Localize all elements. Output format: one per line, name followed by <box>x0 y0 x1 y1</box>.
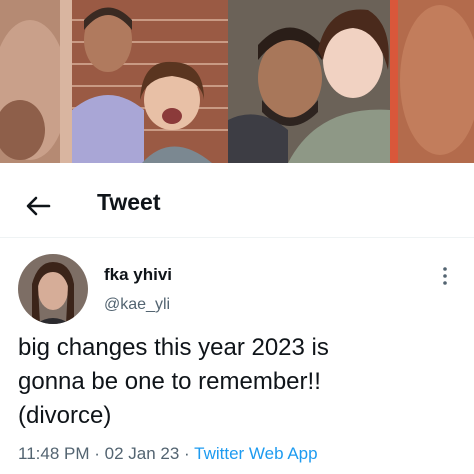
more-vertical-icon[interactable] <box>436 264 454 288</box>
avatar[interactable] <box>18 254 88 324</box>
meta-separator: · <box>179 444 195 463</box>
photo-4 <box>390 0 474 163</box>
tweet-source-link[interactable]: Twitter Web App <box>194 444 317 463</box>
photo-3 <box>228 0 390 163</box>
tweet-meta: 11:48 PM · 02 Jan 23 · Twitter Web App <box>18 444 318 464</box>
meta-separator: · <box>89 444 105 463</box>
tweet-text-line: gonna be one to remember!! <box>18 368 321 395</box>
display-name[interactable]: fka yhivi <box>104 265 172 285</box>
tweet-time[interactable]: 11:48 PM <box>18 444 90 463</box>
tweet-text: big changes this year 2023 is gonna be o… <box>18 331 458 433</box>
tweet-date[interactable]: 02 Jan 23 <box>105 444 180 463</box>
header-photo-strip <box>0 0 474 163</box>
arrow-left-icon[interactable] <box>23 191 53 221</box>
tweet-header-bar: Tweet <box>0 175 474 238</box>
page-title: Tweet <box>97 189 161 215</box>
photo-2 <box>72 0 228 163</box>
photo-1 <box>0 0 72 163</box>
tweet-text-line: big changes this year 2023 is <box>18 334 329 361</box>
tweet-text-line: (divorce) <box>18 402 112 429</box>
user-handle[interactable]: @kae_yli <box>104 296 170 314</box>
